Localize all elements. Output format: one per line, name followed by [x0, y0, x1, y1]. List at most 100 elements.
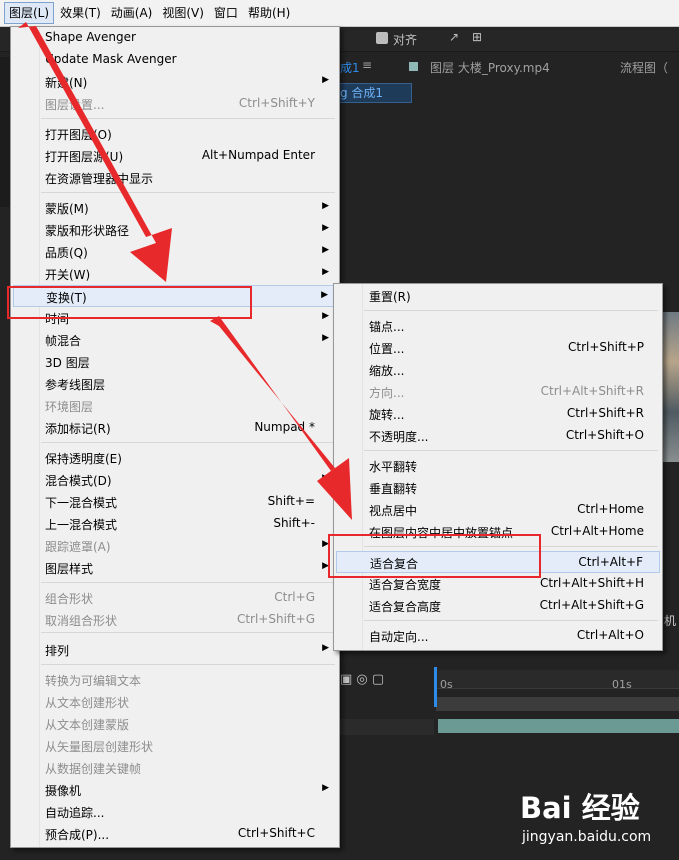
- grid-icon[interactable]: ⊞: [472, 30, 482, 44]
- transform-menu-item[interactable]: 不透明度... Ctrl+Shift+O: [336, 425, 660, 447]
- layer-menu-item[interactable]: 变换(T) ▶: [13, 285, 337, 307]
- transform-menu-item[interactable]: 缩放...: [336, 359, 660, 381]
- transform-menu-item[interactable]: 垂直翻转: [336, 477, 660, 499]
- transform-menu-item-label: 位置...: [369, 342, 405, 356]
- tab-menu-icon[interactable]: ≡: [362, 58, 372, 72]
- layer-menu-item[interactable]: 时间 ▶: [13, 307, 337, 329]
- layer-menu-item-shortcut: Ctrl+Shift+Y: [238, 96, 315, 110]
- transform-menu-item-shortcut: Ctrl+Home: [577, 502, 644, 516]
- tool-icon[interactable]: ↗: [449, 30, 459, 44]
- transform-menu-item-shortcut: Ctrl+Alt+Shift+G: [539, 598, 644, 612]
- menu-separator: [41, 664, 335, 665]
- layer-menu-item-label: 从文本创建形状: [45, 696, 130, 710]
- layer-menu-item[interactable]: 排列 ▶: [13, 639, 337, 661]
- layer-menu-item[interactable]: 预合成(P)... Ctrl+Shift+C: [13, 823, 337, 845]
- layer-menu-item[interactable]: Shape Avenger: [13, 27, 337, 49]
- transform-menu-item[interactable]: 适合复合 Ctrl+Alt+F: [336, 551, 660, 573]
- layer-menu-item-label: 组合形状: [45, 592, 94, 606]
- menu-separator: [41, 582, 335, 583]
- layer-menu-item[interactable]: 打开图层源(U) Alt+Numpad Enter: [13, 145, 337, 167]
- layer-menu-item: 从文本创建蒙版: [13, 713, 337, 735]
- layer-bar[interactable]: [438, 719, 679, 733]
- layer-menu-item[interactable]: 下一混合模式 Shift+=: [13, 491, 337, 513]
- submenu-arrow-icon: ▶: [321, 290, 328, 300]
- layer-menu-item[interactable]: 上一混合模式 Shift+-: [13, 513, 337, 535]
- timeline-ruler: [436, 670, 679, 689]
- layer-menu-item[interactable]: 开关(W) ▶: [13, 263, 337, 285]
- layer-menu-item-shortcut: Ctrl+Shift+G: [236, 612, 315, 626]
- menubar-edge: [0, 2, 2, 24]
- submenu-arrow-icon: ▶: [322, 643, 329, 653]
- menu-view[interactable]: 视图(V): [158, 2, 208, 24]
- layer-menu-item[interactable]: 自动追踪...: [13, 801, 337, 823]
- layer-menu-item[interactable]: 打开图层(O): [13, 123, 337, 145]
- menubar: 图层(L) 效果(T) 动画(A) 视图(V) 窗口 帮助(H): [0, 0, 679, 27]
- submenu-arrow-icon: ▶: [322, 333, 329, 343]
- transform-menu-item-label: 锚点...: [369, 320, 405, 334]
- menu-layer[interactable]: 图层(L): [4, 2, 55, 24]
- submenu-arrow-icon: ▶: [322, 267, 329, 277]
- transform-menu-item-label: 适合复合宽度: [369, 578, 442, 592]
- layer-menu-item[interactable]: 新建(N) ▶: [13, 71, 337, 93]
- transform-menu-item[interactable]: 位置... Ctrl+Shift+P: [336, 337, 660, 359]
- layer-menu-item[interactable]: Update Mask Avenger: [13, 49, 337, 71]
- transform-menu-item-label: 方向...: [369, 386, 405, 400]
- layer-menu-item-label: 添加标记(R): [45, 422, 111, 436]
- layer-menu-item[interactable]: 在资源管理器中显示: [13, 167, 337, 189]
- layer-menu-item[interactable]: 蒙版(M) ▶: [13, 197, 337, 219]
- menu-help[interactable]: 帮助(H): [244, 2, 294, 24]
- comp-tab[interactable]: 成1: [340, 59, 360, 76]
- transform-menu-item[interactable]: 自动定向... Ctrl+Alt+O: [336, 625, 660, 647]
- layer-menu-item[interactable]: 图层样式 ▶: [13, 557, 337, 579]
- layer-menu-item[interactable]: 蒙版和形状路径 ▶: [13, 219, 337, 241]
- timecode-right: 01s: [612, 678, 632, 691]
- layer-menu-item[interactable]: 添加标记(R) Numpad *: [13, 417, 337, 439]
- transform-menu-item-label: 垂直翻转: [369, 482, 418, 496]
- transform-menu-item[interactable]: 适合复合高度 Ctrl+Alt+Shift+G: [336, 595, 660, 617]
- layer-menu-item[interactable]: 参考线图层: [13, 373, 337, 395]
- layer-tab[interactable]: 图层 大楼_Proxy.mp4: [430, 59, 550, 76]
- playhead[interactable]: [434, 667, 437, 707]
- layer-menu-item: 环境图层: [13, 395, 337, 417]
- submenu-arrow-icon: ▶: [322, 311, 329, 321]
- layer-menu-item[interactable]: 帧混合 ▶: [13, 329, 337, 351]
- layer-menu-item[interactable]: 混合模式(D) ▶: [13, 469, 337, 491]
- layer-menu-item-label: 跟踪遮罩(A): [45, 540, 111, 554]
- layer-menu-item-label: 打开图层(O): [45, 128, 112, 142]
- layer-menu-item: 组合形状 Ctrl+G: [13, 587, 337, 609]
- transform-menu-item[interactable]: 适合复合宽度 Ctrl+Alt+Shift+H: [336, 573, 660, 595]
- menu-animation[interactable]: 动画(A): [107, 2, 157, 24]
- transform-menu-item[interactable]: 旋转... Ctrl+Shift+R: [336, 403, 660, 425]
- layer-menu-item: 转换为可编辑文本: [13, 669, 337, 691]
- transform-menu-item[interactable]: 视点居中 Ctrl+Home: [336, 499, 660, 521]
- footage-swatch-icon: [409, 62, 418, 71]
- layer-menu-item-label: 在资源管理器中显示: [45, 172, 154, 186]
- transform-menu-item[interactable]: 锚点...: [336, 315, 660, 337]
- layer-menu-item: 图层设置... Ctrl+Shift+Y: [13, 93, 337, 115]
- layer-switch-icons[interactable]: ▣ ◎ ▢: [340, 672, 420, 688]
- layer-menu-item[interactable]: 品质(Q) ▶: [13, 241, 337, 263]
- layer-menu-item: 从矢量图层创建形状: [13, 735, 337, 757]
- layer-menu-item: 跟踪遮罩(A) ▶: [13, 535, 337, 557]
- menu-window[interactable]: 窗口: [210, 2, 242, 24]
- layer-menu-item-label: 转换为可编辑文本: [45, 674, 142, 688]
- layer-menu-item-label: 下一混合模式: [45, 496, 118, 510]
- snap-checkbox[interactable]: [376, 32, 388, 44]
- transform-menu-item[interactable]: 在图层内容中居中放置锚点 Ctrl+Alt+Home: [336, 521, 660, 543]
- transform-menu-item-shortcut: Ctrl+Shift+O: [565, 428, 644, 442]
- layer-menu-item-label: 上一混合模式: [45, 518, 118, 532]
- transform-menu-item[interactable]: 水平翻转: [336, 455, 660, 477]
- work-area-bar[interactable]: [436, 697, 679, 711]
- layer-menu-item[interactable]: 摄像机 ▶: [13, 779, 337, 801]
- transform-menu-item-label: 适合复合高度: [369, 600, 442, 614]
- menu-separator: [41, 192, 335, 193]
- flowchart-tab[interactable]: 流程图（: [620, 59, 668, 76]
- layer-menu-item[interactable]: 保持透明度(E): [13, 447, 337, 469]
- layer-menu-item-label: 从文本创建蒙版: [45, 718, 130, 732]
- layer-menu-item-shortcut: Alt+Numpad Enter: [201, 148, 315, 162]
- transform-menu-item[interactable]: 重置(R): [336, 285, 660, 307]
- layer-menu: Shape Avenger Update Mask Avenger 新建(N) ▶ 图层…: [10, 26, 340, 848]
- transform-menu-item-shortcut: Ctrl+Alt+Shift+H: [539, 576, 644, 590]
- layer-menu-item[interactable]: 3D 图层: [13, 351, 337, 373]
- menu-effect[interactable]: 效果(T): [56, 2, 105, 24]
